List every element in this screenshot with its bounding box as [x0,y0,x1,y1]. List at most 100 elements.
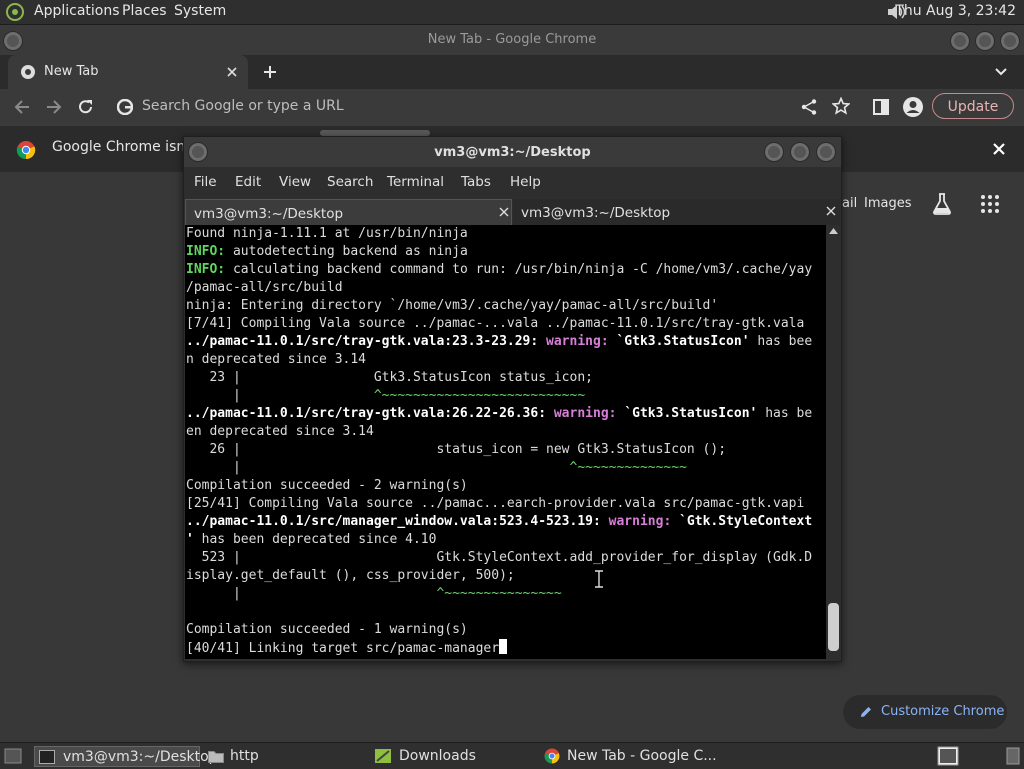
scrollbar-thumb[interactable] [828,603,839,651]
chrome-logo-icon [16,141,36,160]
show-desktop-icon[interactable] [4,748,22,764]
task-http[interactable]: http [204,746,364,767]
close-button[interactable] [1000,31,1020,51]
terminal-tab-label: vm3@vm3:~/Desktop [194,206,344,222]
clock[interactable]: Thu Aug 3, 23:42 [895,3,1016,19]
profile-avatar-icon[interactable] [902,96,924,118]
chrome-tab-newtab[interactable]: New Tab [8,55,248,89]
menu-help[interactable]: Help [510,174,541,190]
terminal-line: [7/41] Compiling Vala source ../pamac-..… [186,316,804,331]
terminal-line: ninja: Entering directory `/home/vm3/.ca… [186,298,718,313]
terminal-segment: en deprecated since 3.14 [186,424,374,439]
gmail-link[interactable]: ail [842,196,857,211]
menu-tabs[interactable]: Tabs [461,174,491,190]
share-icon[interactable] [800,98,818,116]
new-tab-icon[interactable] [262,64,278,80]
terminal-segment: has bee [749,334,813,349]
terminal-line: | ^~~~~~~~~~~~~~~~ [186,586,562,601]
menu-search[interactable]: Search [327,174,373,190]
chrome-toolbar: Search Google or type a URL Update [0,89,1024,125]
gnome-foot-icon[interactable] [6,3,24,21]
terminal-line: isplay.get_default (), css_provider, 500… [186,568,515,583]
terminal-line: Compilation succeeded - 1 warning(s) [186,622,468,637]
terminal-segment: Compilation succeeded - 2 warning(s) [186,478,468,493]
chrome-tab-title: New Tab [44,64,99,79]
terminal-segment: ^~~~~~~~~~~~~~~~~~~~~~~~~~~ [373,388,586,403]
chrome-logo-icon [544,748,560,764]
terminal-segment: | [186,460,570,475]
customize-chrome-button[interactable]: Customize Chrome [843,695,1007,729]
omnibox[interactable]: Search Google or type a URL [108,93,858,121]
terminal-line: ../pamac-11.0.1/src/tray-gtk.vala:26.22-… [186,406,812,421]
minimize-button[interactable] [764,142,784,162]
terminal-segment [546,406,554,421]
terminal-line: Compilation succeeded - 2 warning(s) [186,478,468,493]
terminal-segment: [40/41] Linking target src/pamac-manager [186,641,500,656]
chevron-down-icon[interactable] [994,66,1008,78]
terminal-segment: Found ninja-1.11.1 at /usr/bin/ninja [186,226,468,241]
terminal-window[interactable]: vm3@vm3:~/Desktop File Edit View Search … [183,136,842,662]
terminal-line: ' has been deprecated since 4.10 [186,532,436,547]
terminal-segment: 23 | Gtk3.StatusIcon status_icon; [186,370,593,385]
chrome-window-title: New Tab - Google Chrome [427,32,597,47]
minimize-button[interactable] [950,31,970,51]
chrome-logo-icon [21,65,35,79]
terminal-line: 23 | Gtk3.StatusIcon status_icon; [186,370,593,385]
images-link[interactable]: Images [864,196,912,211]
terminal-tab[interactable]: vm3@vm3:~/Desktop [513,199,840,225]
task-label: New Tab - Google C... [567,748,717,764]
terminal-scrollbar[interactable] [827,225,840,659]
menu-terminal[interactable]: Terminal [387,174,444,190]
warning-label: warning: [546,334,609,349]
close-tab-icon[interactable] [226,66,238,78]
terminal-output[interactable]: Found ninja-1.11.1 at /usr/bin/ninja INF… [185,225,826,659]
workspace-switcher-icon[interactable] [937,746,959,766]
google-g-icon [117,99,133,115]
menu-system[interactable]: System [174,3,226,19]
terminal-segment: isplay.get_default (), css_provider, 500… [186,568,515,583]
bookmark-star-icon[interactable] [832,97,850,115]
close-tab-icon[interactable] [499,207,509,217]
task-downloads[interactable]: Downloads [372,746,532,767]
forward-icon[interactable] [45,98,63,116]
reload-icon[interactable] [77,98,95,116]
maximize-button[interactable] [790,142,810,162]
chrome-titlebar[interactable]: New Tab - Google Chrome [0,25,1024,55]
text-cursor-icon [595,570,603,588]
omnibox-placeholder: Search Google or type a URL [142,98,344,114]
menu-applications[interactable]: Applications [34,3,120,19]
menu-places[interactable]: Places [122,3,167,19]
terminal-tab-active[interactable]: vm3@vm3:~/Desktop [185,199,512,225]
task-label: http [230,748,259,764]
trash-icon[interactable] [1006,746,1020,766]
menu-edit[interactable]: Edit [235,174,261,190]
task-terminal[interactable]: vm3@vm3:~/Desktop [34,746,218,767]
terminal-titlebar[interactable]: vm3@vm3:~/Desktop [184,137,841,167]
apps-grid-icon[interactable] [980,194,1000,214]
task-chrome[interactable]: New Tab - Google C... [540,746,720,767]
scroll-up-icon[interactable] [829,228,838,234]
menu-file[interactable]: File [194,174,217,190]
back-icon[interactable] [13,98,31,116]
terminal-line: 523 | Gtk.StyleContext.add_provider_for_… [186,550,813,565]
terminal-segment: `Gtk3.StatusIcon' [624,406,758,421]
terminal-segment: ninja: Entering directory `/home/vm3/.ca… [186,298,719,313]
labs-flask-icon[interactable] [931,192,953,216]
close-button[interactable] [816,142,836,162]
info-label: INFO: [186,244,226,259]
terminal-line: | ^~~~~~~~~~~~~~~ [186,460,687,475]
menu-view[interactable]: View [279,174,311,190]
terminal-line: ../pamac-11.0.1/src/manager_window.vala:… [186,514,812,529]
side-panel-icon[interactable] [872,98,890,116]
terminal-line: [25/41] Compiling Vala source ../pamac..… [186,496,804,511]
update-button[interactable]: Update [932,93,1014,119]
info-label: INFO: [186,262,226,277]
warning-label: warning: [553,406,617,421]
terminal-segment: ^~~~~~~~~~~~~~~~ [436,586,562,601]
close-tab-icon[interactable] [826,206,836,216]
terminal-tabbar: vm3@vm3:~/Desktop vm3@vm3:~/Desktop [184,197,841,225]
close-icon[interactable] [992,142,1006,156]
terminal-text: Found ninja-1.11.1 at /usr/bin/ninja INF… [185,225,826,658]
terminal-cursor [499,639,508,654]
maximize-button[interactable] [975,31,995,51]
